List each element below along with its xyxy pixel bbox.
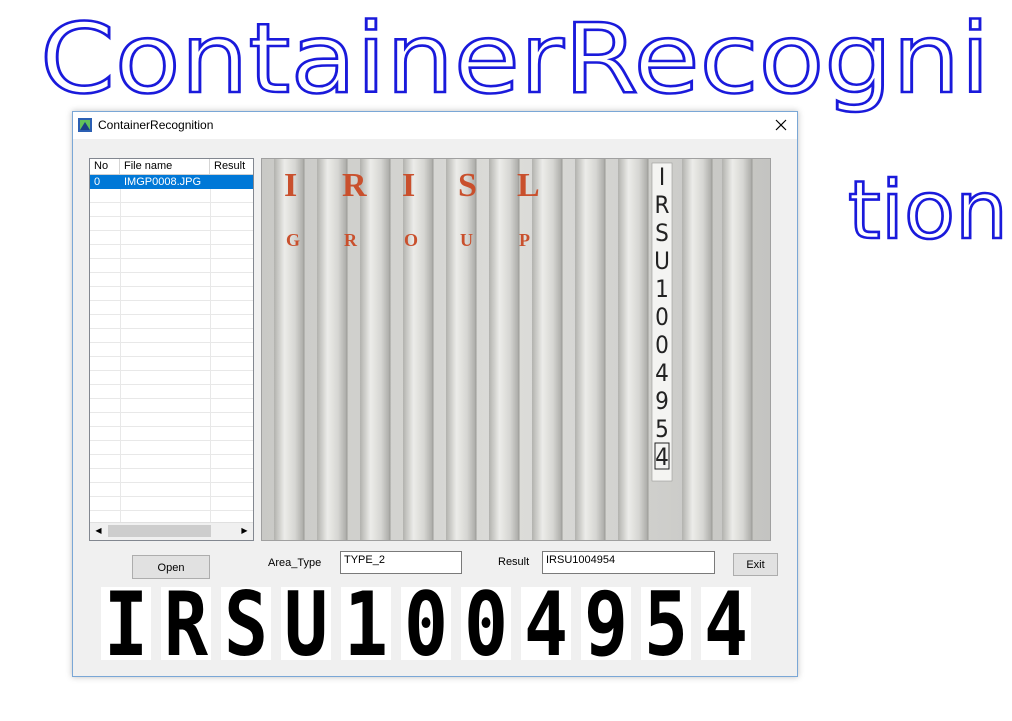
scroll-left-icon[interactable]: ◀ (90, 523, 107, 539)
code-character: U (654, 247, 670, 275)
app-window: ContainerRecognition No File name Result… (72, 111, 798, 677)
code-character: 9 (655, 387, 669, 415)
container-rib (274, 159, 304, 540)
annotation-line-1: ContainerRecogni (40, 3, 990, 115)
segmented-char: S (224, 587, 268, 660)
title-bar: ContainerRecognition (73, 112, 797, 139)
segmented-char: 4 (524, 587, 568, 660)
result-field[interactable]: IRSU1004954 (542, 551, 715, 574)
list-grid (90, 175, 253, 523)
container-rib (360, 159, 390, 540)
code-character: I (659, 163, 665, 191)
area-type-label: Area_Type (268, 557, 322, 569)
column-header-file-name[interactable]: File name (120, 159, 210, 174)
container-rib (722, 159, 752, 540)
scroll-thumb[interactable] (108, 525, 211, 537)
container-rib (317, 159, 347, 540)
container-image: IRISL GROUP IRSU1004954 (261, 158, 771, 541)
brand-letter: I (402, 167, 415, 204)
file-list[interactable]: No File name Result 0 IMGP0008.JPG ◀ ▶ (89, 158, 254, 541)
open-button[interactable]: Open (132, 555, 210, 579)
segmented-char: R (164, 587, 208, 660)
code-character: 1 (655, 275, 669, 303)
container-photo: IRISL GROUP IRSU1004954 (262, 159, 770, 540)
code-character: 0 (655, 331, 669, 359)
brand-letter: G (286, 230, 300, 250)
scroll-right-icon[interactable]: ▶ (236, 523, 253, 539)
brand-letter: L (517, 167, 540, 204)
horizontal-scrollbar[interactable]: ◀ ▶ (90, 522, 253, 540)
segmented-char: 0 (404, 587, 448, 660)
container-rib (446, 159, 476, 540)
column-header-no[interactable]: No (90, 159, 120, 174)
grid-divider (210, 175, 211, 523)
grid-divider (120, 175, 121, 523)
brand-letter: U (460, 230, 473, 250)
annotation-line-2: tion (848, 164, 1008, 257)
brand-letter: S (458, 167, 477, 204)
code-character: 4 (655, 359, 669, 387)
segmented-char: 0 (464, 587, 508, 660)
segmented-characters: IRSU1004954 (101, 587, 751, 660)
code-character: S (655, 219, 669, 247)
exit-button[interactable]: Exit (733, 553, 778, 576)
close-icon[interactable] (769, 114, 793, 136)
area-type-field[interactable]: TYPE_2 (340, 551, 462, 574)
row-no: 0 (90, 175, 120, 189)
container-rib (618, 159, 648, 540)
container-rib (403, 159, 433, 540)
table-row[interactable]: 0 IMGP0008.JPG (90, 175, 253, 189)
code-character: 0 (655, 303, 669, 331)
app-icon (78, 118, 92, 132)
code-character: R (655, 191, 670, 219)
code-character: 5 (655, 415, 669, 443)
segmented-char: 1 (344, 587, 388, 660)
result-label: Result (498, 556, 530, 568)
brand-letter: I (284, 167, 297, 204)
file-list-header: No File name Result (90, 159, 253, 175)
container-rib (532, 159, 562, 540)
code-character: 4 (655, 443, 669, 471)
segmented-char: I (104, 587, 148, 660)
container-rib (575, 159, 605, 540)
column-header-result[interactable]: Result (210, 159, 253, 174)
window-title: ContainerRecognition (98, 118, 214, 132)
segmented-char: 4 (704, 587, 748, 660)
brand-letter: O (404, 230, 418, 250)
container-rib (682, 159, 712, 540)
brand-letter: R (342, 167, 367, 204)
brand-letter: P (519, 230, 530, 250)
row-file-name: IMGP0008.JPG (120, 175, 210, 189)
segmented-char: U (284, 587, 328, 660)
row-result (210, 175, 253, 189)
segmented-char: 9 (584, 587, 628, 660)
container-rib (489, 159, 519, 540)
segmented-char: 5 (644, 587, 688, 660)
brand-letter: R (344, 230, 358, 250)
